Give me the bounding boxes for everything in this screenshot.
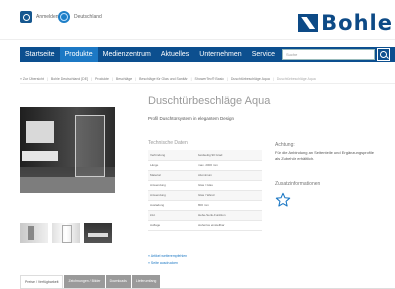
breadcrumb-current: Duschtürbeschläge Aqua [276, 76, 316, 81]
tab-lieferumfang[interactable]: Lieferumfang [131, 275, 161, 289]
main-nav: Startseite Produkte Medienzentrum Aktuel… [20, 47, 395, 62]
product-thumbnail[interactable] [52, 223, 80, 243]
tech-data-table: Verbindung beidseitig 90 Grad Länge max. 2… [148, 150, 262, 231]
search-icon[interactable] [377, 48, 390, 61]
breadcrumb-item[interactable]: ShowerTec® Basic [195, 77, 224, 81]
product-main-image[interactable] [20, 107, 115, 193]
star-icon[interactable] [275, 192, 291, 208]
table-row: Auflage stufenlos einstellbar [148, 220, 262, 231]
breadcrumb-item[interactable]: Beschläge [116, 77, 132, 81]
table-row: Länge max. 2000 mm [148, 160, 262, 171]
breadcrumb-separator: | [46, 76, 48, 81]
recommend-link[interactable]: » Artikel weiterempfehlen [148, 253, 187, 260]
nav-item-startseite[interactable]: Startseite [20, 47, 60, 62]
tech-value: max. 2000 mm [196, 160, 262, 171]
breadcrumb-separator: | [135, 76, 137, 81]
brand-wordmark: Bohle [321, 11, 393, 35]
table-row: Anwendung Glas / Glas [148, 180, 262, 191]
tech-key: Anwendung [148, 180, 196, 191]
breadcrumb-separator: | [272, 76, 274, 81]
tech-key: Auflage [148, 220, 196, 231]
brand-mark-icon [298, 14, 319, 32]
detail-tabs: Preise / Verfügbarkeit Zeichnungen / Bil… [20, 275, 161, 289]
breadcrumb-back-link[interactable]: « Zur Übersicht [20, 77, 44, 81]
breadcrumb-separator: | [111, 76, 113, 81]
table-row: Material Aluminium [148, 170, 262, 181]
brand-logo[interactable]: Bohle [298, 11, 393, 35]
tech-value: Aluminium [196, 170, 262, 181]
table-row: Ausladung 800 mm [148, 200, 262, 211]
thumbnail-strip [20, 223, 112, 243]
table-row: Anwendung Glas / Wand [148, 190, 262, 201]
top-bar: Anmelden Deutschland Bohle [0, 0, 395, 40]
login-icon [20, 11, 32, 23]
nav-item-produkte[interactable]: Produkte [59, 47, 98, 62]
breadcrumb-item[interactable]: Duschtürbeschläge Aqua [231, 77, 270, 81]
tech-data-heading: Technische Daten [148, 140, 188, 146]
product-thumbnail[interactable] [84, 223, 112, 243]
nav-item-unternehmen[interactable]: Unternehmen [194, 47, 246, 62]
breadcrumb: « Zur Übersicht | Bohle Deutschland [DE]… [20, 74, 395, 84]
search-input[interactable]: Suche [282, 49, 375, 60]
nav-item-service[interactable]: Service [247, 47, 280, 62]
login-label: Anmelden [36, 14, 59, 20]
tech-value: 800 mm [196, 200, 262, 211]
breadcrumb-item[interactable]: Beschläge für Glas und Sanitär [139, 77, 187, 81]
tab-zeichnungen[interactable]: Zeichnungen / Bilder [64, 275, 105, 289]
breadcrumb-item[interactable]: Bohle Deutschland [DE] [51, 77, 88, 81]
login-link[interactable]: Anmelden [20, 10, 59, 24]
tech-value: stufenlos einstellbar [196, 220, 262, 231]
table-row: inkl. Hebe-Senk-Funktion [148, 210, 262, 221]
tech-value: Glas / Glas [196, 180, 262, 191]
nav-item-aktuelles[interactable]: Aktuelles [156, 47, 194, 62]
breadcrumb-separator: | [91, 76, 92, 81]
tech-value: beidseitig 90 Grad [196, 150, 262, 161]
attention-line: als Zubehör erhältlich. [275, 156, 315, 161]
tech-value: Hebe-Senk-Funktion [196, 210, 262, 221]
product-subtitle: Profil Duschtürsystem in elegantem Desig… [148, 116, 235, 121]
breadcrumb-separator: | [226, 76, 228, 81]
tab-downloads[interactable]: Downloads [105, 275, 131, 289]
tech-key: inkl. [148, 210, 196, 221]
tech-key: Anwendung [148, 190, 196, 201]
tech-key: Material [148, 170, 196, 181]
tech-key: Verbindung [148, 150, 196, 161]
tech-value: Glas / Wand [196, 190, 262, 201]
globe-icon [58, 11, 70, 23]
tab-preise[interactable]: Preise / Verfügbarkeit [20, 275, 64, 289]
print-link[interactable]: » Seite ausdrucken [148, 260, 187, 267]
additional-info-heading: Zusatzinformationen [275, 181, 321, 187]
attention-text: Für die Anbindung an Seitenteile und Erg… [275, 150, 395, 162]
attention-heading: Achtung: [275, 142, 295, 148]
country-selector[interactable]: Deutschland [58, 10, 102, 24]
product-thumbnail[interactable] [20, 223, 48, 243]
country-label: Deutschland [74, 14, 102, 20]
action-links: » Artikel weiterempfehlen » Seite ausdru… [148, 253, 187, 267]
nav-item-medienzentrum[interactable]: Medienzentrum [98, 47, 156, 62]
page-title: Duschtürbeschläge Aqua [148, 95, 271, 107]
breadcrumb-item[interactable]: Produkte [95, 77, 109, 81]
table-row: Verbindung beidseitig 90 Grad [148, 150, 262, 161]
breadcrumb-separator: | [190, 76, 192, 81]
tech-key: Länge [148, 160, 196, 171]
tech-key: Ausladung [148, 200, 196, 211]
